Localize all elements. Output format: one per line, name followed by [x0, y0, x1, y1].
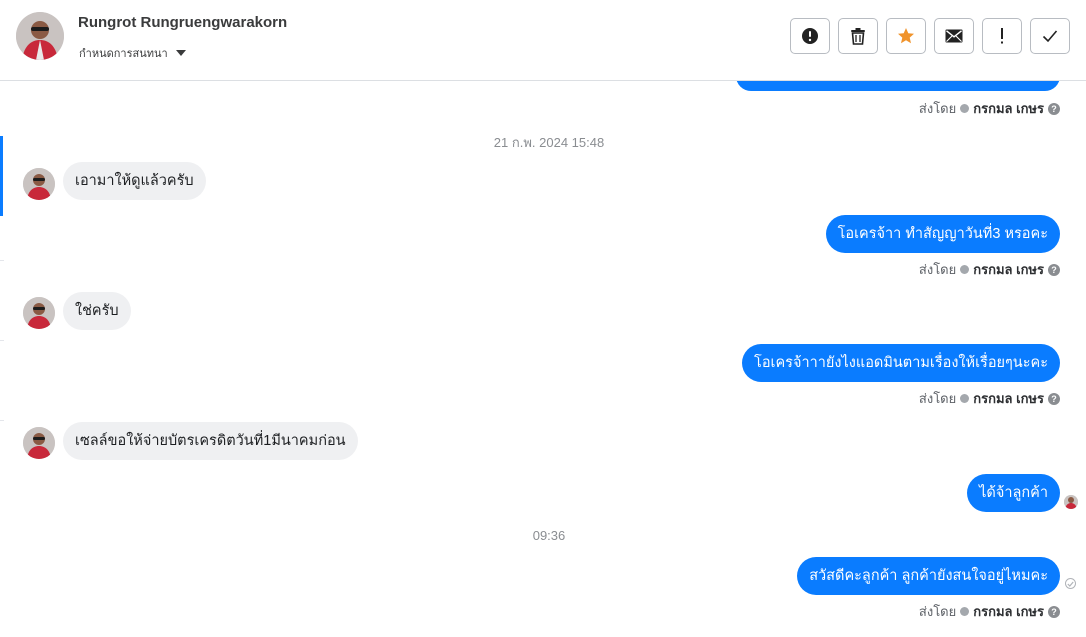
sender-avatar[interactable] [23, 297, 55, 329]
sent-by-label: ส่งโดย กรกมล เกษร ? [919, 388, 1060, 409]
verified-icon [960, 104, 970, 113]
time-separator: 09:36 [532, 528, 566, 543]
sent-by-label: ส่งโดย กรกมล เกษร ? [919, 601, 1060, 622]
sent-by-label: ส่งโดย กรกมล เกษร ? [919, 259, 1060, 280]
sent-by-prefix: ส่งโดย [918, 604, 957, 619]
check-icon [1042, 30, 1058, 43]
outgoing-message-bubble[interactable]: ได้จ้าลูกค้า [967, 474, 1060, 512]
report-button[interactable] [790, 18, 830, 54]
message-text: ใช่ครับ [75, 303, 119, 319]
sent-by-prefix: ส่งโดย [918, 391, 957, 406]
sent-by-prefix: ส่งโดย [918, 262, 957, 277]
conversation-header: Rungrot Rungruengwarakorn กำหนดการสนทนา [0, 0, 1086, 81]
sent-by-prefix: ส่งโดย [918, 101, 957, 116]
message-text: โอเครจ้าาายังไงแอดมินตามเรื่องให้เรื่อยๆ… [754, 355, 1048, 371]
message-text: เอามาให้ดูแล้วครับ [75, 173, 194, 189]
agent-name: กรกมล เกษร [973, 262, 1044, 277]
outgoing-message-bubble[interactable]: สวัสดีคะลูกค้า ลูกค้ายังสนใจอยู่ไหมคะ [797, 557, 1060, 595]
message-thread: ส่งโดย กรกมล เกษร ? 21 ก.พ. 2024 15:48 เ… [4, 81, 1086, 637]
help-icon[interactable]: ? [1048, 263, 1060, 276]
help-icon[interactable]: ? [1048, 102, 1060, 115]
mail-button[interactable] [934, 18, 974, 54]
star-icon [898, 28, 914, 44]
outgoing-message-bubble[interactable]: โอเครจ้าาายังไงแอดมินตามเรื่องให้เรื่อยๆ… [742, 344, 1060, 382]
sent-by-label: ส่งโดย กรกมล เกษร ? [919, 98, 1060, 119]
contact-avatar[interactable] [16, 12, 64, 60]
verified-icon [960, 265, 970, 274]
star-button[interactable] [886, 18, 926, 54]
message-text: โอเครจ้าา ทำสัญญาวันที่3 หรอคะ [837, 226, 1048, 242]
incoming-message-bubble[interactable]: ใช่ครับ [63, 292, 131, 330]
date-separator: 21 ก.พ. 2024 15:48 [493, 135, 605, 150]
conversation-actions [790, 18, 1070, 54]
incoming-message-bubble[interactable]: เซลล์ขอให้จ่ายบัตรเครดิตวันที่1มีนาคมก่อ… [63, 422, 358, 460]
important-button[interactable] [982, 18, 1022, 54]
verified-icon [960, 394, 970, 403]
envelope-icon [945, 29, 963, 43]
sender-avatar[interactable] [23, 168, 55, 200]
alert-circle-icon [802, 28, 818, 44]
agent-name: กรกมล เกษร [973, 391, 1044, 406]
message-text: ได้จ้าลูกค้า [979, 485, 1048, 501]
delivered-check-icon [1065, 578, 1076, 589]
message-text: สวัสดีคะลูกค้า ลูกค้ายังสนใจอยู่ไหมคะ [809, 568, 1048, 584]
seen-avatar [1064, 495, 1078, 509]
active-conversation-indicator [0, 136, 3, 216]
trash-icon [851, 28, 865, 45]
sender-avatar[interactable] [23, 427, 55, 459]
agent-name: กรกมล เกษร [973, 604, 1044, 619]
help-icon[interactable]: ? [1048, 605, 1060, 618]
delete-button[interactable] [838, 18, 878, 54]
message-text: เซลล์ขอให้จ่ายบัตรเครดิตวันที่1มีนาคมก่อ… [75, 433, 346, 449]
outgoing-message-bubble[interactable] [736, 81, 1060, 91]
help-icon[interactable]: ? [1048, 392, 1060, 405]
assign-label: กำหนดการสนทนา [79, 48, 168, 60]
done-button[interactable] [1030, 18, 1070, 54]
contact-name: Rungrot Rungruengwarakorn [78, 14, 288, 31]
verified-icon [960, 607, 970, 616]
caret-down-icon [175, 50, 186, 56]
outgoing-message-bubble[interactable]: โอเครจ้าา ทำสัญญาวันที่3 หรอคะ [825, 215, 1060, 253]
exclamation-icon [1001, 28, 1003, 44]
assign-conversation-dropdown[interactable]: กำหนดการสนทนา [79, 44, 186, 62]
agent-name: กรกมล เกษร [973, 101, 1044, 116]
incoming-message-bubble[interactable]: เอามาให้ดูแล้วครับ [63, 162, 206, 200]
